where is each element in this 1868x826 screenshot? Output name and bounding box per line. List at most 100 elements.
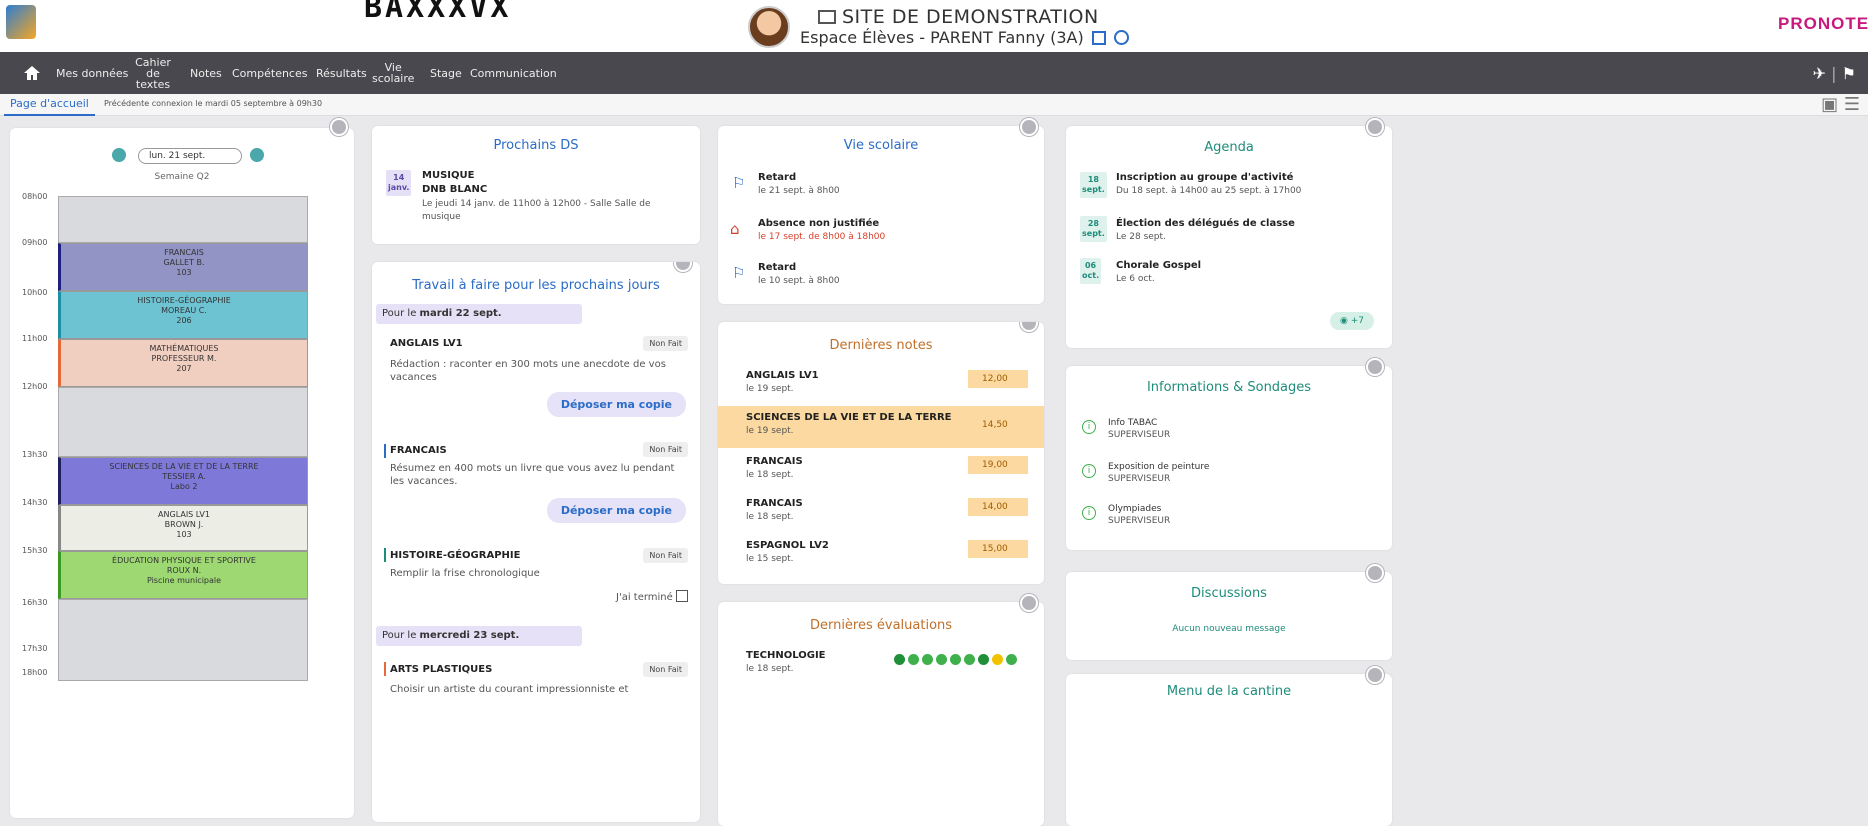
settings-icon[interactable] [1020, 118, 1038, 136]
status-badge: Non Fait [643, 548, 688, 563]
agenda-day: 06 [1084, 261, 1097, 270]
note-row[interactable]: ANGLAIS LV1 le 19 sept. 12,00 [718, 366, 1044, 410]
eval-dot [908, 654, 919, 665]
agenda-event-title[interactable]: Inscription au groupe d'activité [1116, 172, 1293, 183]
course-slot[interactable]: FRANCAIS GALLET B. 103 [58, 243, 308, 291]
course-teacher: GALLET B. [163, 258, 205, 267]
settings-icon[interactable] [1020, 594, 1038, 612]
course-slot[interactable]: HISTOIRE-GÉOGRAPHIE MOREAU C. 206 [58, 291, 308, 339]
status-badge: Non Fait [643, 442, 688, 457]
course-slot[interactable]: ANGLAIS LV1 BROWN J. 103 [58, 505, 308, 551]
day-header: Pour le mardi 22 sept. [376, 304, 582, 324]
nav-cahier-de-textes[interactable]: Cahier de textes [130, 52, 176, 94]
pronote-logo: PRONOTE [1778, 14, 1868, 33]
site-title-text: SITE DE DEMONSTRATION [842, 6, 1099, 28]
settings-icon[interactable] [1366, 564, 1384, 582]
qr-code-icon[interactable] [1091, 31, 1106, 45]
info-author: SUPERVISEUR [1108, 516, 1171, 526]
save-icon[interactable]: ▣ ☰ [1821, 94, 1860, 115]
note-date: le 18 sept. [746, 470, 794, 480]
info-title[interactable]: Olympiades [1108, 504, 1161, 514]
day-label: mardi 22 sept. [419, 308, 502, 319]
discussions-card: Discussions Aucun nouveau message [1066, 564, 1392, 660]
submit-copy-button[interactable]: Déposer ma copie [546, 392, 686, 417]
nav-stage[interactable]: Stage [430, 52, 462, 94]
nav-mes-donnees[interactable]: Mes données [56, 52, 128, 94]
checkbox-icon[interactable] [676, 590, 688, 602]
space-title-text: Espace Élèves - PARENT Fanny (3A) [800, 28, 1084, 47]
homework-title: Travail à faire pour les prochains jours [412, 278, 660, 293]
vie-date: le 17 sept. de 8h00 à 18h00 [758, 232, 886, 242]
course-slot[interactable]: SCIENCES DE LA VIE ET DE LA TERRE TESSIER… [58, 457, 308, 505]
nav-notes[interactable]: Notes [190, 52, 222, 94]
note-subject: ESPAGNOL LV2 [746, 540, 829, 551]
note-date: le 15 sept. [746, 554, 794, 564]
done-checkbox[interactable]: J'ai terminé [616, 590, 688, 603]
nav-resultats[interactable]: Résultats [316, 52, 367, 94]
eval-dot [936, 654, 947, 665]
hw-text: Résumez en 400 mots un livre que vous av… [390, 463, 675, 487]
course-teacher: TESSIER A. [162, 472, 206, 481]
course-room: 103 [176, 530, 192, 539]
settings-icon[interactable] [1020, 322, 1038, 332]
school-logo-icon[interactable] [6, 5, 36, 39]
ds-detail: Le jeudi 14 janv. de 11h00 à 12h00 - Sal… [422, 199, 651, 222]
course-teacher: ROUX N. [166, 566, 202, 575]
eval-subject: TECHNOLOGIE [746, 650, 826, 661]
settings-icon[interactable] [674, 262, 692, 272]
eval-dot [922, 654, 933, 665]
settings-icon[interactable] [1366, 358, 1384, 376]
hw-text: Remplir la frise chronologique [390, 568, 540, 579]
agenda-event-title[interactable]: Chorale Gospel [1116, 260, 1201, 271]
course-slot[interactable]: ÉDUCATION PHYSIQUE ET SPORTIVE ROUX N. Pis… [58, 551, 308, 599]
course-teacher: PROFESSEUR M. [151, 354, 217, 363]
homework-card: Travail à faire pour les prochains jours… [372, 262, 700, 822]
settings-icon[interactable] [330, 118, 348, 136]
hour-label: 16h30 [22, 598, 48, 607]
tab-page-accueil[interactable]: Page d'accueil [4, 94, 95, 116]
course-subject: MATHÉMATIQUES [149, 344, 219, 353]
nav-competences[interactable]: Compétences [232, 52, 307, 94]
course-slot[interactable]: MATHÉMATIQUES PROFESSEUR M. 207 [58, 339, 308, 387]
agenda-event-detail: Le 28 sept. [1116, 232, 1166, 242]
agenda-date-badge: 28 sept. [1080, 216, 1107, 242]
ds-type: DNB BLANC [422, 184, 488, 195]
week-label: Semaine Q2 [154, 172, 210, 182]
next-day-button[interactable] [250, 148, 264, 162]
course-subject: ÉDUCATION PHYSIQUE ET SPORTIVE [112, 556, 256, 565]
note-date: le 19 sept. [746, 384, 794, 394]
nav-vie-scolaire[interactable]: Vie scolaire [372, 52, 414, 94]
info-title[interactable]: Info TABAC [1108, 418, 1157, 428]
info-title[interactable]: Exposition de peinture [1108, 462, 1209, 472]
hw-subject: ARTS PLASTIQUES [390, 664, 493, 675]
info-icon: i [1082, 464, 1096, 478]
home-icon[interactable] [22, 63, 42, 83]
date-picker-value: lun. 21 sept. [149, 151, 206, 161]
subject-color-bar [384, 444, 386, 458]
submit-copy-button[interactable]: Déposer ma copie [546, 498, 686, 523]
course-room: 206 [176, 316, 192, 325]
more-events-button[interactable]: ◉ +7 [1329, 312, 1374, 330]
date-picker[interactable]: lun. 21 sept. [138, 148, 242, 164]
note-value: 19,00 [968, 456, 1028, 474]
avatar[interactable] [748, 6, 790, 48]
note-row[interactable]: SCIENCES DE LA VIE ET DE LA TERRE le 19 … [718, 406, 1044, 448]
id-card-icon [818, 10, 836, 24]
agenda-title: Agenda [1204, 140, 1254, 155]
note-row[interactable]: ESPAGNOL LV2 le 15 sept. 15,00 [718, 536, 1044, 576]
agenda-event-title[interactable]: Élection des délégués de classe [1116, 218, 1295, 229]
power-icon[interactable] [1113, 30, 1129, 45]
timetable-card: lun. 21 sept. Semaine Q2 08h00 09h00 10h… [10, 118, 354, 818]
running-icon: ⚐ [732, 174, 746, 192]
send-icon[interactable]: ✈ [1813, 64, 1826, 83]
settings-icon[interactable] [1366, 118, 1384, 136]
notification-icon[interactable]: ⚑ [1842, 64, 1856, 83]
note-row[interactable]: FRANCAIS le 18 sept. 19,00 [718, 452, 1044, 492]
ds-month: janv. [388, 183, 410, 192]
nav-communication[interactable]: Communication [470, 52, 557, 94]
settings-icon[interactable] [1366, 666, 1384, 684]
prev-day-button[interactable] [112, 148, 126, 162]
eval-date: le 18 sept. [746, 664, 794, 674]
agenda-card: Agenda 18 sept. Inscription au groupe d'a… [1066, 118, 1392, 348]
note-row[interactable]: FRANCAIS le 18 sept. 14,00 [718, 494, 1044, 534]
